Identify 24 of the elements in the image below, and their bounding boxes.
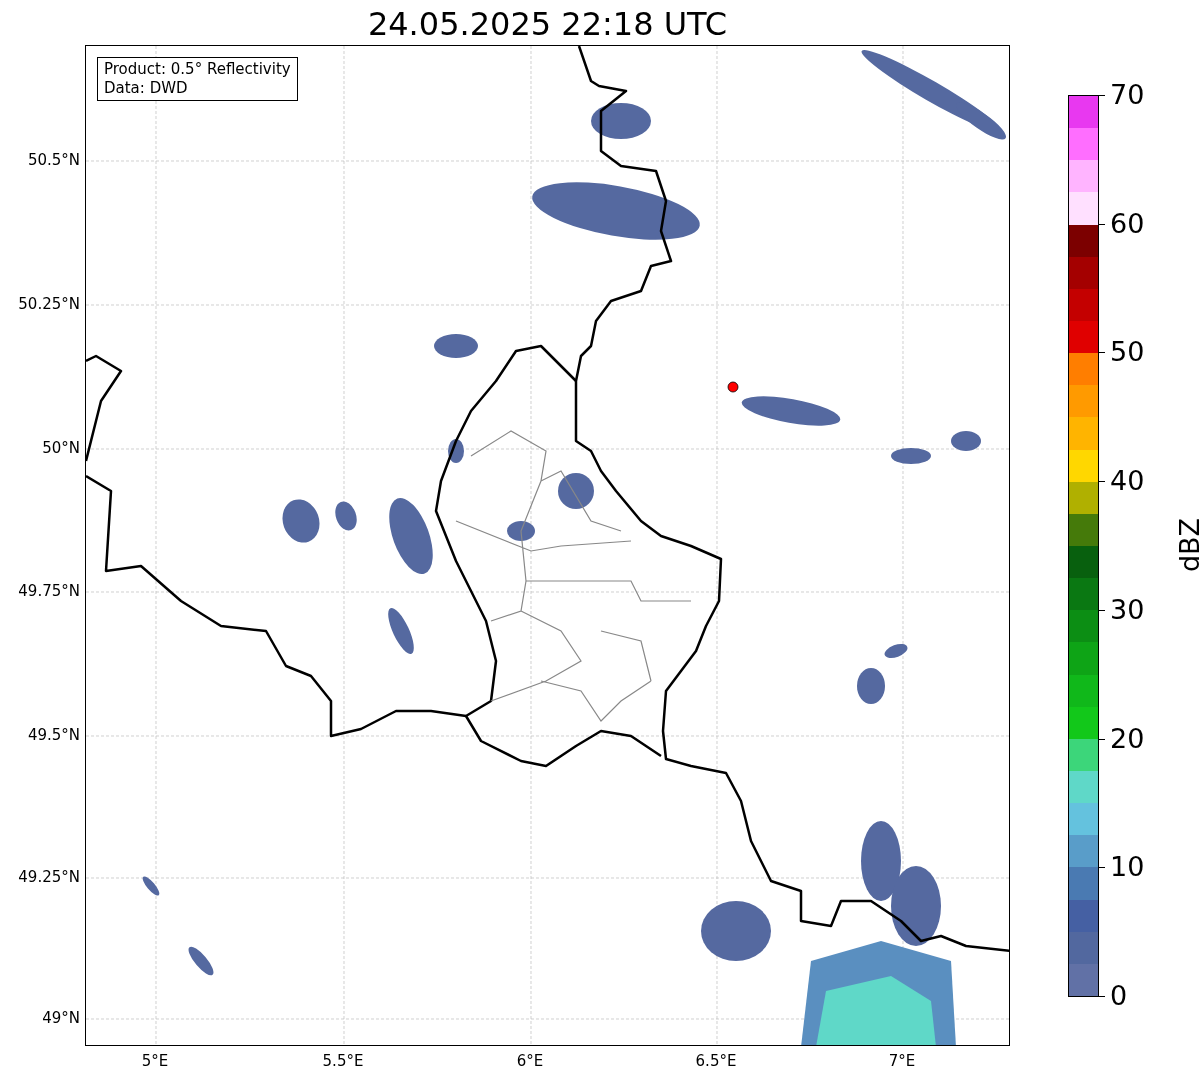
axis-tick-label: 7°E [887, 1052, 917, 1070]
colorbar-tick-label: 0 [1110, 981, 1128, 1011]
axis-tick-label: 49.75°N [18, 582, 80, 600]
axis-tick-label: 5.5°E [321, 1052, 365, 1070]
colorbar-label: dBZ [1175, 517, 1202, 573]
axis-tick-label: 6.5°E [694, 1052, 738, 1070]
colorbar-tick-label: 40 [1110, 466, 1145, 497]
axis-tick-label: 49.5°N [27, 726, 80, 744]
colorbar-tick-label: 10 [1110, 852, 1145, 883]
colorbar-tick-label: 50 [1110, 337, 1145, 368]
axis-tick-label: 50.25°N [18, 295, 80, 313]
chart-title: 24.05.2025 22:18 UTC [366, 4, 729, 44]
axis-tick-label: 5°E [140, 1052, 170, 1070]
axis-tick-label: 50°N [42, 439, 80, 457]
axis-tick-label: 49°N [42, 1009, 80, 1027]
axis-tick-label: 6°E [515, 1052, 545, 1070]
info-text: Product: 0.5° Reflectivity [104, 60, 291, 79]
colorbar-tick-label: 30 [1110, 594, 1145, 625]
colorbar-tick-label: 70 [1110, 80, 1145, 110]
info-text: Data: DWD [104, 79, 189, 98]
colorbar-tick-label: 20 [1110, 723, 1145, 754]
axis-tick-label: 50.5°N [27, 151, 80, 169]
axis-tick-label: 49.25°N [18, 868, 80, 886]
colorbar-tick-label: 60 [1110, 208, 1145, 239]
